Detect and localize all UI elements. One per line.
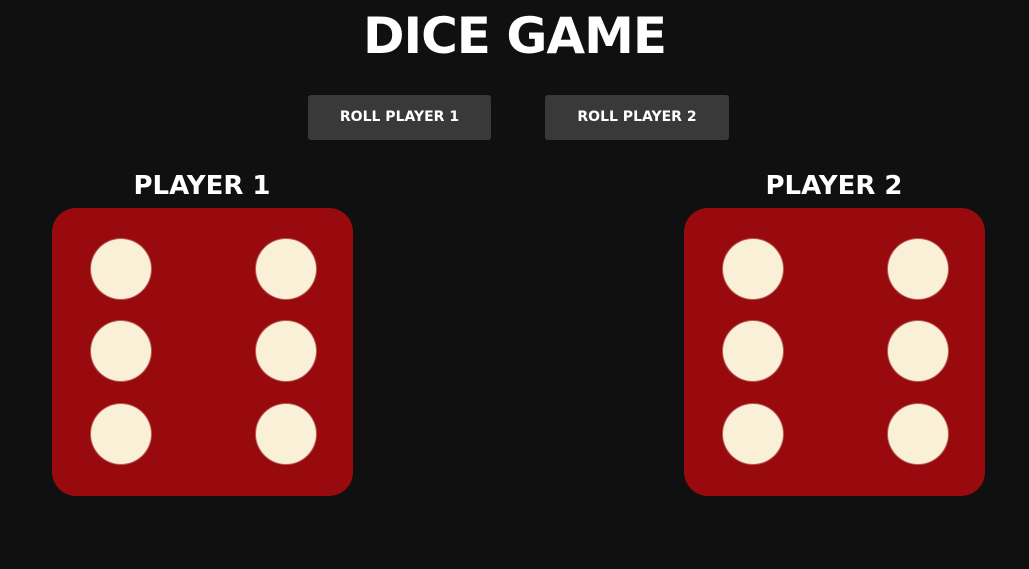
die-pip	[256, 321, 316, 381]
die-pip	[888, 239, 948, 299]
die-pip	[723, 321, 783, 381]
die-pip	[723, 239, 783, 299]
player-2-die	[684, 208, 985, 496]
roll-player-2-button[interactable]: ROLL PLAYER 2	[545, 95, 729, 140]
die-pip	[91, 321, 151, 381]
player-2-label: PLAYER 2	[765, 171, 903, 201]
die-pip	[91, 404, 151, 464]
die-pip	[256, 239, 316, 299]
die-pip	[256, 404, 316, 464]
roll-player-1-button[interactable]: ROLL PLAYER 1	[308, 95, 491, 140]
player-1-label: PLAYER 1	[133, 171, 271, 201]
die-pip	[91, 239, 151, 299]
die-pip	[888, 321, 948, 381]
page-title: DICE GAME	[362, 7, 667, 65]
player-1-die	[52, 208, 353, 496]
die-pip	[723, 404, 783, 464]
die-pip	[888, 404, 948, 464]
